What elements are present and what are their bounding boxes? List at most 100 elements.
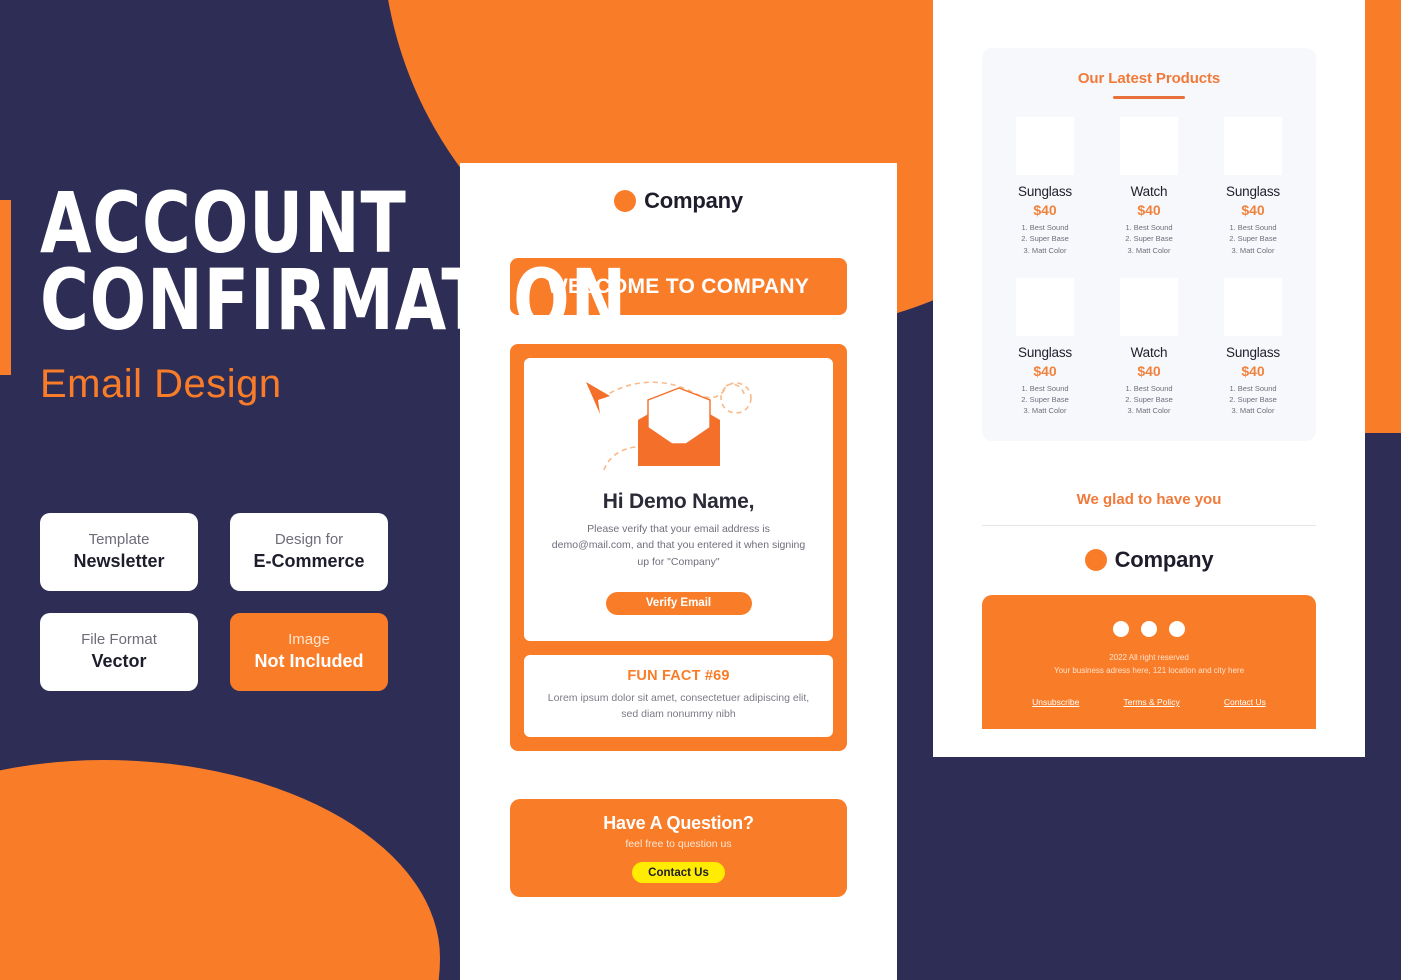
product-feature: 1. Best Sound (1125, 223, 1173, 232)
product-feature: 3. Matt Color (1023, 406, 1067, 416)
product-feature: 1. Best Sound (1021, 383, 1069, 393)
product-feature-list: 1. Best Sound 2. Super Base 3. Matt Colo… (998, 222, 1092, 256)
product-name: Sunglass (1018, 344, 1072, 360)
footer-link-contact[interactable]: Contact Us (1224, 697, 1266, 707)
info-card-value: Vector (91, 651, 147, 672)
product-feature: 2. Super Base (1229, 395, 1277, 404)
product-card[interactable]: Watch $40 1. Best Sound 2. Super Base 3.… (1102, 117, 1196, 256)
page-title: ACCOUNT CONFIRMATION (40, 181, 628, 350)
product-feature-list: 1. Best Sound 2. Super Base 3. Matt Colo… (1102, 222, 1196, 256)
product-feature-list: 1. Best Sound 2. Super Base 3. Matt Colo… (1206, 222, 1300, 256)
product-feature: 3. Matt Color (1127, 406, 1171, 416)
orange-circle-logo-icon (614, 190, 637, 212)
question-subtitle: feel free to question us (625, 838, 732, 851)
fun-fact-card: FUN FACT #69 Lorem ipsum dolor sit amet,… (524, 654, 833, 738)
product-feature-list: 1. Best Sound 2. Super Base 3. Matt Colo… (998, 383, 1092, 417)
email-body-orange-wrapper: Hi Demo Name, Please verify that your em… (510, 344, 847, 752)
product-feature: 2. Super Base (1021, 234, 1069, 244)
product-card[interactable]: Sunglass $40 1. Best Sound 2. Super Base… (1206, 277, 1300, 417)
product-card[interactable]: Sunglass $40 1. Best Sound 2. Super Base… (998, 277, 1092, 417)
product-feature: 3. Matt Color (1023, 245, 1067, 255)
info-card-grid: Template Newsletter Design for E-Commerc… (40, 513, 388, 691)
social-dot-icon[interactable] (1169, 620, 1185, 637)
footer-copyright: 2022 All right reserved (1109, 652, 1189, 662)
verify-email-button[interactable]: Verify Email (605, 591, 752, 615)
product-image-placeholder (1224, 117, 1282, 175)
product-card[interactable]: Sunglass $40 1. Best Sound 2. Super Base… (998, 117, 1092, 256)
orange-circle-logo-icon (1084, 548, 1107, 571)
product-feature: 1. Best Sound (1021, 223, 1069, 232)
info-card-label: File Format (81, 631, 157, 649)
fun-fact-title: FUN FACT #69 (627, 667, 730, 684)
title-underline-rule (1113, 96, 1185, 99)
product-price: $40 (1137, 202, 1161, 218)
footer-link-unsubscribe[interactable]: Unsubscribe (1032, 697, 1079, 707)
footer-link-row: Unsubscribe Terms & Policy Contact Us (1002, 697, 1296, 707)
social-dot-icon[interactable] (1113, 620, 1129, 637)
email-footer: 2022 All right reserved Your business ad… (982, 594, 1316, 729)
left-edge-accent-tab (0, 200, 11, 375)
poster-canvas: ACCOUNT CONFIRMATION Email Design Templa… (0, 0, 1401, 980)
product-image-placeholder (1224, 277, 1282, 336)
product-feature: 1. Best Sound (1229, 223, 1277, 232)
product-card[interactable]: Watch $40 1. Best Sound 2. Super Base 3.… (1102, 277, 1196, 417)
info-card-template: Template Newsletter (40, 513, 198, 591)
greeting-text: Hi Demo Name, (602, 490, 755, 513)
product-feature: 3. Matt Color (1231, 406, 1275, 416)
email-brand-header: Company (460, 188, 897, 214)
product-name: Sunglass (1018, 184, 1072, 199)
verification-card: Hi Demo Name, Please verify that your em… (524, 358, 833, 641)
info-card-label: Image (288, 631, 330, 649)
product-name: Sunglass (1226, 184, 1280, 199)
contact-us-button[interactable]: Contact Us (632, 862, 725, 884)
open-envelope-icon (548, 370, 809, 488)
info-card-design-for: Design for E-Commerce (230, 513, 388, 591)
info-card-label: Design for (274, 531, 344, 549)
page-title-line-2: CONFIRMATION (40, 251, 628, 350)
product-feature: 3. Matt Color (1127, 245, 1171, 255)
product-feature: 1. Best Sound (1125, 383, 1173, 393)
product-feature: 2. Super Base (1021, 395, 1069, 404)
footer-brand-header: Company (933, 547, 1365, 573)
footer-address: Your business adress here, 121 location … (1053, 665, 1245, 675)
product-name: Watch (1130, 344, 1168, 360)
info-card-label: Template (88, 531, 150, 549)
product-name: Sunglass (1226, 344, 1280, 360)
info-card-image: Image Not Included (230, 613, 388, 691)
latest-products-section: Our Latest Products Sunglass $40 1. Best… (982, 48, 1316, 441)
product-feature: 1. Best Sound (1229, 383, 1277, 393)
question-title: Have A Question? (603, 813, 754, 834)
info-card-value: Newsletter (73, 551, 165, 572)
have-a-question-card: Have A Question? feel free to question u… (510, 799, 847, 898)
thanks-headline: We glad to have you (1076, 490, 1222, 508)
info-card-file-format: File Format Vector (40, 613, 198, 691)
product-feature-list: 1. Best Sound 2. Super Base 3. Matt Colo… (1206, 383, 1300, 417)
social-icon-row (1002, 620, 1296, 637)
thanks-divider (982, 524, 1316, 526)
product-name: Watch (1130, 184, 1168, 199)
footer-link-terms[interactable]: Terms & Policy (1123, 697, 1179, 707)
product-feature: 2. Super Base (1125, 395, 1173, 404)
product-image-placeholder (1120, 277, 1178, 336)
product-price: $40 (1241, 362, 1265, 379)
products-preview-panel: Our Latest Products Sunglass $40 1. Best… (933, 0, 1365, 757)
verification-body-text: Please verify that your email address is… (551, 523, 806, 568)
product-card[interactable]: Sunglass $40 1. Best Sound 2. Super Base… (1206, 117, 1300, 256)
brand-name: Company (644, 188, 743, 213)
fun-fact-body: Lorem ipsum dolor sit amet, consectetuer… (547, 691, 810, 721)
product-price: $40 (1033, 362, 1057, 379)
product-image-placeholder (1120, 117, 1178, 175)
product-price: $40 (1137, 362, 1161, 379)
product-image-placeholder (1016, 117, 1074, 175)
info-card-value: E-Commerce (253, 551, 365, 572)
social-dot-icon[interactable] (1141, 620, 1157, 637)
product-feature-list: 1. Best Sound 2. Super Base 3. Matt Colo… (1102, 383, 1196, 417)
product-feature: 2. Super Base (1125, 234, 1173, 244)
brand-name: Company (1114, 546, 1214, 572)
product-price: $40 (1241, 202, 1265, 218)
product-feature: 3. Matt Color (1231, 245, 1275, 255)
product-price: $40 (1033, 202, 1057, 218)
info-card-value: Not Included (254, 651, 364, 672)
footer-copyright-block: 2022 All right reserved Your business ad… (1002, 651, 1296, 677)
hero-text-block: ACCOUNT CONFIRMATION Email Design (40, 181, 628, 407)
